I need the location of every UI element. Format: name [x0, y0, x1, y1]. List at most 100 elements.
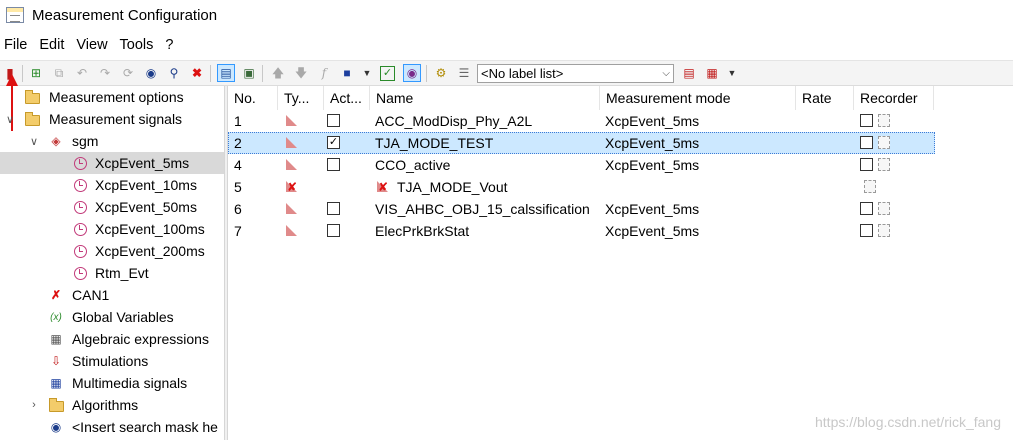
- recorder-checkbox[interactable]: [860, 158, 873, 171]
- tree-item-label: XcpEvent_100ms: [95, 221, 205, 237]
- column-header-name[interactable]: Name: [370, 86, 600, 110]
- clock-icon: [72, 177, 88, 193]
- import-dropdown-icon[interactable]: ▼: [723, 64, 741, 82]
- tree-item-xcpevent-100ms[interactable]: XcpEvent_100ms: [0, 218, 224, 240]
- function-icon[interactable]: f: [315, 64, 333, 82]
- tree-item-label: Rtm_Evt: [95, 265, 149, 281]
- move-down-icon[interactable]: 🡇: [292, 64, 310, 82]
- image-icon[interactable]: ▣: [240, 64, 258, 82]
- cell-measurement-mode: XcpEvent_5ms: [605, 135, 700, 151]
- table-row[interactable]: 7 ElecPrkBrkStat XcpEvent_5ms: [228, 220, 935, 242]
- table-row[interactable]: 2 ✓ TJA_MODE_TEST XcpEvent_5ms: [228, 132, 935, 154]
- active-checkbox[interactable]: [327, 114, 340, 127]
- tree-item-xcpevent-200ms[interactable]: XcpEvent_200ms: [0, 240, 224, 262]
- signal-type-icon: [284, 135, 300, 151]
- chevron-right-icon[interactable]: ›: [28, 399, 40, 411]
- binoculars-icon: ◉: [50, 420, 62, 434]
- table-row[interactable]: 6 VIS_AHBC_OBJ_15_calssification XcpEven…: [228, 198, 935, 220]
- title-bar: Measurement Configuration: [0, 0, 1013, 30]
- column-header-recorder[interactable]: Recorder: [854, 86, 934, 110]
- folder-icon: [24, 111, 40, 127]
- menu-view[interactable]: View: [72, 37, 113, 53]
- tree-item-label: sgm: [72, 133, 99, 149]
- recorder-icon: [878, 224, 890, 237]
- label-list-value: <No label list>: [481, 66, 564, 81]
- table-row[interactable]: 5 ✘ ✘ TJA_MODE_Vout: [228, 176, 935, 198]
- tree-item-search-mask[interactable]: ◉ <Insert search mask he: [0, 416, 224, 438]
- column-header-no[interactable]: No.: [228, 86, 278, 110]
- tree-item-stimulations[interactable]: ⇩ Stimulations: [0, 350, 224, 372]
- signal-type-icon: [284, 157, 300, 173]
- tree-item-algebraic-expressions[interactable]: ▦ Algebraic expressions: [0, 328, 224, 350]
- save-icon[interactable]: ■: [338, 64, 356, 82]
- menu-tools[interactable]: Tools: [116, 37, 160, 53]
- tree-item-xcpevent-5ms[interactable]: XcpEvent_5ms: [0, 152, 224, 174]
- menu-edit[interactable]: Edit: [35, 37, 70, 53]
- clock-icon: [72, 199, 88, 215]
- tree-item-global-variables[interactable]: (x) Global Variables: [0, 306, 224, 328]
- cell-measurement-mode: XcpEvent_5ms: [605, 157, 700, 173]
- column-header-type[interactable]: Ty...: [278, 86, 324, 110]
- chevron-down-icon[interactable]: ∨: [28, 135, 40, 148]
- recorder-checkbox[interactable]: [860, 114, 873, 127]
- clock-icon: [72, 221, 88, 237]
- active-checkbox[interactable]: [327, 158, 340, 171]
- copy-icon[interactable]: ⧉: [50, 64, 68, 82]
- tree-item-rtm-evt[interactable]: Rtm_Evt: [0, 262, 224, 284]
- cell-name: VIS_AHBC_OBJ_15_calssification: [375, 201, 590, 217]
- table-row[interactable]: 4 CCO_active XcpEvent_5ms: [228, 154, 935, 176]
- check-icon[interactable]: ✓: [380, 66, 395, 81]
- tree-item-xcpevent-10ms[interactable]: XcpEvent_10ms: [0, 174, 224, 196]
- active-checkbox[interactable]: ✓: [327, 136, 340, 149]
- find-icon[interactable]: ◉: [142, 64, 160, 82]
- recorder-checkbox[interactable]: [860, 224, 873, 237]
- tree-item-can1[interactable]: ✗ CAN1: [0, 284, 224, 306]
- label-list-select[interactable]: <No label list> ⌵: [477, 64, 674, 83]
- tree-item-label: XcpEvent_5ms: [95, 155, 190, 171]
- undo-icon[interactable]: ↶: [73, 64, 91, 82]
- move-icon[interactable]: ⟳: [119, 64, 137, 82]
- toolbar-separator: [210, 65, 211, 82]
- tree-item-label: XcpEvent_10ms: [95, 177, 197, 193]
- tree-item-xcpevent-50ms[interactable]: XcpEvent_50ms: [0, 196, 224, 218]
- search-icon[interactable]: ⚲: [165, 64, 183, 82]
- column-header-rate[interactable]: Rate: [796, 86, 854, 110]
- config-icon[interactable]: ▤: [217, 64, 235, 82]
- tree-item-label: Stimulations: [72, 353, 149, 369]
- delete-icon[interactable]: ✖: [188, 64, 206, 82]
- tree-item-multimedia-signals[interactable]: ▦ Multimedia signals: [0, 372, 224, 394]
- cell-name: ElecPrkBrkStat: [375, 223, 470, 239]
- tree-item-measurement-signals[interactable]: ∨ Measurement signals: [0, 108, 224, 130]
- export-icon[interactable]: ▤: [680, 64, 698, 82]
- save-dropdown-icon[interactable]: ▼: [358, 64, 376, 82]
- move-up-icon[interactable]: 🡅: [269, 64, 287, 82]
- cell-measurement-mode: XcpEvent_5ms: [605, 223, 700, 239]
- column-header-active[interactable]: Act...: [324, 86, 370, 110]
- tree-item-label: Measurement options: [49, 89, 184, 105]
- active-checkbox[interactable]: [327, 224, 340, 237]
- recorder-checkbox[interactable]: [860, 136, 873, 149]
- tree-item-measurement-options[interactable]: Measurement options: [0, 86, 224, 108]
- tree-item-algorithms[interactable]: › Algorithms: [0, 394, 224, 416]
- chevron-down-icon[interactable]: ∨: [4, 113, 16, 126]
- redo-icon[interactable]: ↷: [96, 64, 114, 82]
- signal-grid: No. Ty... Act... Name Measurement mode R…: [228, 86, 1013, 440]
- expression-icon: ▦: [50, 332, 62, 346]
- tree-item-sgm[interactable]: ∨ ◈ sgm: [0, 130, 224, 152]
- menu-help[interactable]: ?: [161, 37, 179, 53]
- cell-no: 1: [234, 113, 242, 129]
- table-row[interactable]: 1 ACC_ModDisp_Phy_A2L XcpEvent_5ms: [228, 110, 935, 132]
- cell-measurement-mode: XcpEvent_5ms: [605, 201, 700, 217]
- menu-file[interactable]: File: [0, 37, 33, 53]
- add-icon[interactable]: ⊞: [27, 64, 45, 82]
- recorder-icon: [878, 202, 890, 215]
- new-label-icon[interactable]: ⚙: [432, 64, 450, 82]
- cell-no: 7: [234, 223, 242, 239]
- column-header-measurement-mode[interactable]: Measurement mode: [600, 86, 796, 110]
- list-icon[interactable]: ☰: [455, 64, 473, 82]
- user-icon[interactable]: ◉: [403, 64, 421, 82]
- active-checkbox[interactable]: [327, 202, 340, 215]
- import-icon[interactable]: ▦: [703, 64, 721, 82]
- cell-name: TJA_MODE_TEST: [375, 135, 494, 151]
- recorder-checkbox[interactable]: [860, 202, 873, 215]
